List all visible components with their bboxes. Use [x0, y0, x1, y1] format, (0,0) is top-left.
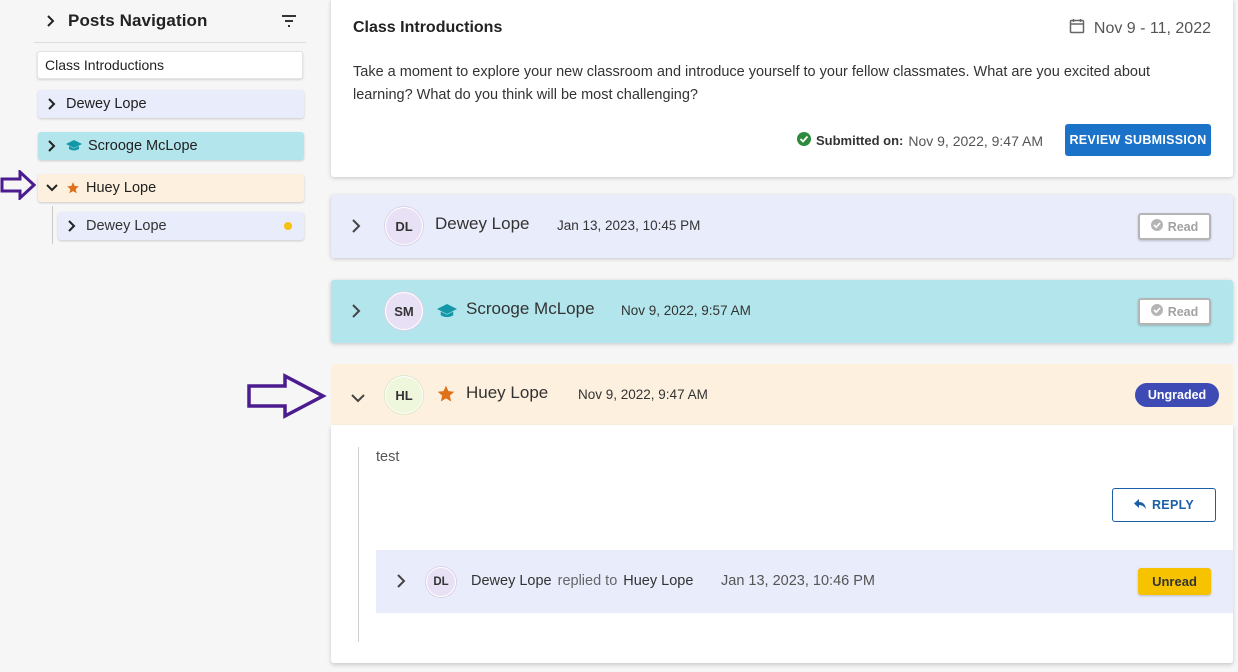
- filter-icon[interactable]: [280, 14, 298, 30]
- assignment-title: Class Introductions: [353, 19, 503, 36]
- post-time: Nov 9, 2022, 9:57 AM: [621, 303, 751, 318]
- annotation-arrow-icon: [0, 168, 37, 205]
- sidebar-item-label: Scrooge McLope: [88, 138, 198, 154]
- check-circle-icon: [796, 132, 811, 149]
- graduation-cap-icon: [437, 304, 457, 324]
- thread-line: [358, 447, 359, 642]
- unread-status-button[interactable]: Unread: [1138, 568, 1211, 595]
- reply-author: Dewey Lope: [471, 573, 552, 589]
- sidebar-item-class-introductions[interactable]: Class Introductions: [37, 51, 303, 79]
- reply-button[interactable]: REPLY: [1112, 488, 1216, 522]
- read-status-button[interactable]: Read: [1138, 213, 1211, 240]
- reply-target: Huey Lope: [623, 573, 694, 589]
- reply-summary: Dewey Lope replied to Huey Lope: [471, 573, 693, 589]
- tree-connector-line: [52, 206, 53, 244]
- reply-time: Jan 13, 2023, 10:46 PM: [721, 573, 875, 589]
- chevron-right-icon[interactable]: [396, 574, 406, 593]
- read-status-button[interactable]: Read: [1138, 298, 1211, 325]
- post-time: Jan 13, 2023, 10:45 PM: [557, 218, 701, 233]
- avatar: HL: [385, 376, 423, 414]
- chevron-right-icon[interactable]: [34, 15, 68, 27]
- chevron-down-icon[interactable]: [38, 183, 66, 193]
- sidebar-item-label: Dewey Lope: [66, 96, 147, 112]
- star-icon: [66, 181, 80, 195]
- sidebar-item-label: Huey Lope: [86, 180, 157, 196]
- unread-dot-icon: [284, 222, 292, 230]
- avatar: DL: [426, 567, 456, 597]
- post-row-scrooge-mclope[interactable]: SM Scrooge McLope Nov 9, 2022, 9:57 AM R…: [331, 280, 1233, 343]
- submitted-status: Submitted on: Nov 9, 2022, 9:47 AM: [796, 132, 1043, 149]
- sidebar-item-scrooge-mclope[interactable]: Scrooge McLope: [38, 132, 304, 160]
- sidebar-item-dewey-lope-reply[interactable]: Dewey Lope: [58, 212, 304, 240]
- reply-icon: [1133, 498, 1146, 512]
- post-content: test: [376, 449, 400, 465]
- reply-row-dewey-lope[interactable]: DL Dewey Lope replied to Huey Lope Jan 1…: [376, 550, 1233, 613]
- assignment-prompt: Take a moment to explore your new classr…: [353, 64, 1151, 103]
- submitted-time: Nov 9, 2022, 9:47 AM: [908, 132, 1043, 149]
- annotation-arrow-icon: [247, 373, 327, 424]
- assignment-date: Nov 9 - 11, 2022: [1069, 18, 1211, 39]
- expanded-post-body: test REPLY DL Dewey Lope replied to Huey…: [331, 425, 1233, 663]
- graduation-cap-icon: [66, 140, 82, 152]
- sidebar-item-dewey-lope[interactable]: Dewey Lope: [38, 90, 304, 118]
- date-range: Nov 9 - 11, 2022: [1093, 19, 1211, 37]
- check-circle-icon: [1150, 304, 1163, 319]
- posts-navigation-title: Posts Navigation: [68, 11, 208, 30]
- read-status-label: Read: [1167, 219, 1199, 234]
- review-submission-button[interactable]: REVIEW SUBMISSION: [1065, 124, 1211, 156]
- chevron-right-icon[interactable]: [58, 220, 86, 232]
- post-author: Dewey Lope: [435, 214, 530, 233]
- post-author: Huey Lope: [466, 383, 549, 402]
- post-time: Nov 9, 2022, 9:47 AM: [578, 387, 708, 402]
- chevron-right-icon[interactable]: [38, 140, 66, 152]
- avatar: SM: [385, 292, 423, 330]
- post-row-dewey-lope[interactable]: DL Dewey Lope Jan 13, 2023, 10:45 PM Rea…: [331, 195, 1233, 258]
- ungraded-badge[interactable]: Ungraded: [1135, 383, 1219, 407]
- check-circle-icon: [1150, 219, 1163, 234]
- reply-button-label: REPLY: [1151, 498, 1195, 512]
- post-author: Scrooge McLope: [466, 299, 595, 318]
- calendar-icon: [1069, 18, 1085, 39]
- avatar: DL: [385, 207, 423, 245]
- sidebar-item-label: Class Introductions: [45, 57, 165, 73]
- read-status-label: Read: [1167, 304, 1199, 319]
- submitted-label: Submitted on:: [815, 133, 904, 148]
- post-row-huey-lope[interactable]: HL Huey Lope Nov 9, 2022, 9:47 AM Ungrad…: [331, 364, 1233, 425]
- star-icon: [436, 384, 456, 409]
- chevron-right-icon[interactable]: [351, 304, 361, 323]
- chevron-down-icon[interactable]: [351, 390, 365, 408]
- posts-navigation-sidebar: Posts Navigation Class Introductions Dew…: [0, 0, 318, 672]
- posts-navigation-header[interactable]: Posts Navigation: [34, 0, 306, 43]
- sidebar-item-huey-lope[interactable]: Huey Lope: [38, 174, 304, 202]
- chevron-right-icon[interactable]: [351, 219, 361, 238]
- replied-to-label: replied to: [557, 573, 618, 589]
- sidebar-item-label: Dewey Lope: [86, 218, 167, 234]
- assignment-card: Class Introductions Nov 9 - 11, 2022 Tak…: [331, 0, 1233, 177]
- chevron-right-icon[interactable]: [38, 98, 66, 110]
